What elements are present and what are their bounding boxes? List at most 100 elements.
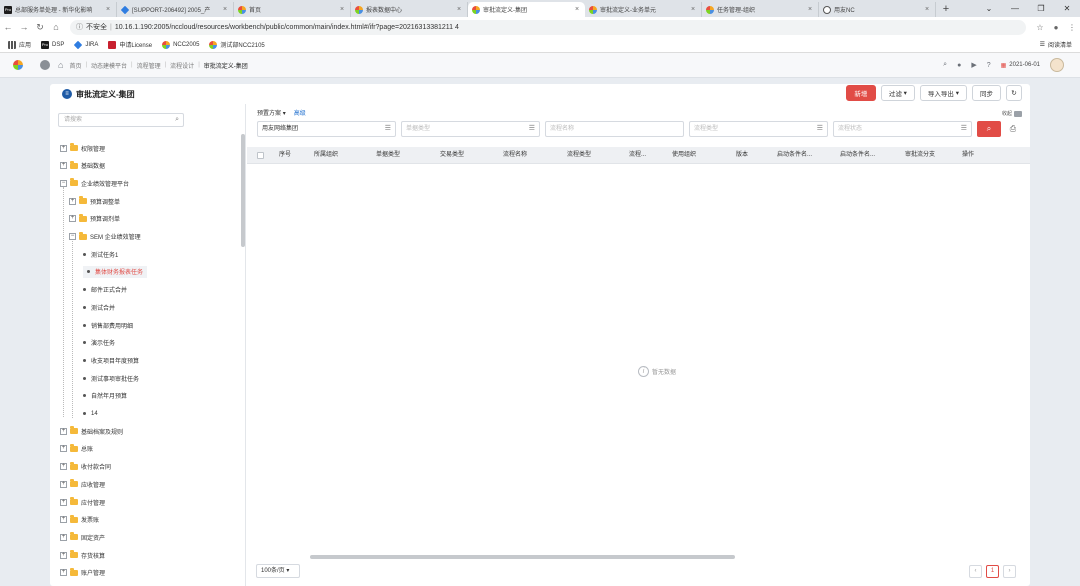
column-header[interactable]: 流程名称 (503, 147, 527, 164)
tree-node[interactable]: + 应收管理 (60, 478, 105, 490)
org-field[interactable]: 用友网络集团 ☰ (257, 121, 396, 137)
bookmark-item[interactable]: Pro DSP (41, 40, 64, 49)
tree-node[interactable]: + 账户管理 (60, 567, 105, 579)
table-horizontal-scrollbar[interactable] (310, 555, 735, 559)
search-button[interactable]: ⌕ (977, 121, 1001, 137)
tree-node[interactable]: + 基础档案及规则 (60, 425, 123, 437)
home-icon[interactable]: ⌂ (58, 60, 63, 70)
browser-tab[interactable]: Pro 总部服务单处理 - 新华化影响 × (0, 2, 117, 17)
bookmark-item[interactable]: JIRA (74, 40, 98, 49)
minimize-button[interactable]: — (1002, 0, 1028, 17)
tree-node[interactable]: 测试合并 (83, 301, 115, 313)
expand-icon[interactable]: + (69, 215, 76, 223)
column-header[interactable]: 流程... (629, 147, 646, 164)
expand-icon[interactable]: + (60, 427, 67, 435)
expand-icon[interactable]: + (60, 463, 67, 471)
tree-node[interactable]: + 固定资产 (60, 531, 105, 543)
breadcrumb-item[interactable]: 流程设计 (170, 61, 194, 70)
tree-node[interactable]: + 收付款合同 (60, 461, 111, 473)
close-tab-icon[interactable]: × (221, 6, 229, 13)
browser-tab[interactable]: 任务管理-组织 × (702, 2, 819, 17)
reload-icon[interactable]: ↻ (32, 22, 48, 33)
tree-node[interactable]: 自然年月预算 (83, 390, 127, 402)
bookmark-star-icon[interactable]: ☆ (1032, 23, 1048, 32)
tree-node[interactable]: 收支项目年度预算 (83, 354, 139, 366)
breadcrumb-item[interactable]: 动态建模平台 (91, 61, 127, 70)
tree-node[interactable]: + 预算调整单 (69, 195, 120, 207)
next-page-button[interactable]: › (1003, 565, 1016, 578)
column-header[interactable]: 启动条件名... (840, 147, 875, 164)
print-icon[interactable]: ⎙ (1006, 121, 1020, 137)
flow-type-field[interactable]: 流程类型 ☰ (689, 121, 828, 137)
collapse-icon[interactable]: − (69, 233, 76, 240)
tree-node[interactable]: + 基础数据 (60, 160, 105, 172)
browser-tab[interactable]: 报表数据中心 × (351, 2, 468, 17)
column-header[interactable]: 所属组织 (314, 147, 338, 164)
search-icon[interactable]: ⌕ (943, 61, 947, 69)
select-all-checkbox[interactable] (257, 152, 264, 159)
column-header[interactable]: 启动条件名... (777, 147, 812, 164)
bookmark-item[interactable]: 申请License (108, 40, 152, 49)
current-page-button[interactable]: 1 (986, 565, 999, 578)
browser-tab[interactable]: [SUPPORT-206492] 2005_产 × (117, 2, 234, 17)
avatar[interactable] (1050, 58, 1064, 72)
back-icon[interactable]: ← (0, 22, 16, 32)
home-icon[interactable]: ⌂ (48, 22, 64, 32)
advanced-link[interactable]: 高级 (294, 108, 306, 117)
new-tab-button[interactable]: + (936, 2, 956, 17)
column-header[interactable]: 单据类型 (376, 147, 400, 164)
reading-list[interactable]: ☰ 阅读清单 (1040, 40, 1072, 49)
close-window-button[interactable]: ✕ (1054, 0, 1080, 17)
close-tab-icon[interactable]: × (923, 6, 931, 13)
filter-button[interactable]: 过滤 ▾ (880, 85, 915, 101)
tree-node[interactable]: 销售部费用明细 (83, 319, 133, 331)
message-icon[interactable]: ● (957, 62, 961, 69)
browser-tab[interactable]: 首页 × (234, 2, 351, 17)
tree-scrollbar[interactable] (241, 134, 245, 247)
profile-icon[interactable]: ● (1048, 23, 1064, 32)
list-icon[interactable]: ☰ (817, 122, 823, 136)
collapse-toggle[interactable]: 收起 (1002, 110, 1022, 117)
column-header[interactable]: 审批流分支 (905, 147, 935, 164)
expand-icon[interactable]: + (60, 144, 67, 152)
tree-node[interactable]: 演示任务 (83, 337, 115, 349)
more-menu-icon[interactable]: ⋮ (1064, 23, 1080, 32)
tree-node[interactable]: 集体财务报表任务 (83, 265, 148, 278)
add-button[interactable]: 新增 (845, 85, 876, 101)
page-size-select[interactable]: 100条/页 ▾ (256, 564, 300, 578)
breadcrumb-item[interactable]: 流程管理 (137, 61, 161, 70)
expand-icon[interactable]: + (60, 516, 67, 524)
tree-node[interactable]: − 企业绩效管理平台 (60, 177, 129, 189)
column-header[interactable]: 版本 (736, 147, 748, 164)
bill-type-field[interactable]: 单据类型 ☰ (401, 121, 540, 137)
preset-scheme-dropdown[interactable]: 预置方案 ▾ (257, 108, 286, 117)
tree-node[interactable]: 测试事项审批任务 (83, 372, 139, 384)
maximize-button[interactable]: ❐ (1028, 0, 1054, 17)
column-header[interactable]: 序号 (279, 147, 291, 164)
tab-search-icon[interactable]: ⌄ (976, 0, 1002, 17)
import-export-button[interactable]: 导入导出 ▾ (919, 85, 967, 101)
flow-status-field[interactable]: 流程状态 ☰ (833, 121, 972, 137)
close-tab-icon[interactable]: × (104, 6, 112, 13)
tree-node[interactable]: 14 (83, 408, 98, 420)
expand-icon[interactable]: + (60, 162, 67, 170)
close-tab-icon[interactable]: × (573, 6, 581, 13)
tree-node[interactable]: 邮件正式合并 (83, 284, 127, 296)
list-icon[interactable]: ☰ (529, 122, 535, 136)
column-header[interactable]: 交易类型 (440, 147, 464, 164)
url-field[interactable]: ⓘ 不安全 | 10.16.1.190:2005/nccloud/resourc… (70, 19, 1026, 35)
column-header[interactable]: 操作 (962, 147, 974, 164)
list-icon[interactable]: ☰ (961, 122, 967, 136)
tree-node[interactable]: + 发票账 (60, 514, 99, 526)
close-tab-icon[interactable]: × (689, 6, 697, 13)
search-icon[interactable]: ⌕ (175, 114, 179, 126)
forward-icon[interactable]: → (16, 22, 32, 32)
browser-tab[interactable]: 用友NC × (819, 2, 936, 17)
tree-search-input[interactable]: 请搜索 ⌕ (58, 113, 184, 127)
tree-node[interactable]: + 权限管理 (60, 142, 105, 154)
prev-page-button[interactable]: ‹ (969, 565, 982, 578)
video-icon[interactable]: ▶ (971, 61, 976, 69)
expand-icon[interactable]: + (60, 498, 67, 506)
refresh-button[interactable]: ↻ (1006, 85, 1022, 101)
tree-node[interactable]: − SEM 企业绩效管理 (69, 231, 141, 243)
